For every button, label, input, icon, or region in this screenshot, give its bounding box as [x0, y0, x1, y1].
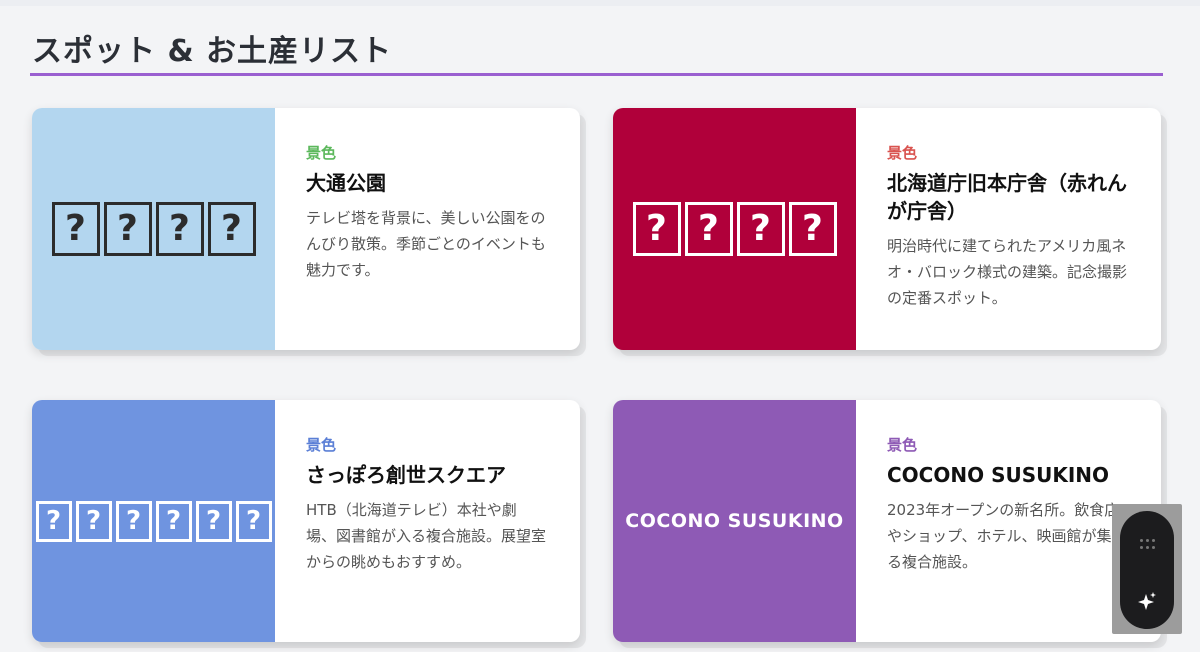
thumbnail-glyph: ?: [684, 202, 733, 256]
spot-thumbnail: ????: [32, 108, 275, 350]
spot-name: 北海道庁旧本庁舎（赤れんが庁舎）: [887, 171, 1127, 223]
spot-thumbnail: ??????: [32, 400, 275, 642]
sparkle-icon[interactable]: [1135, 589, 1159, 613]
category-label: 景色: [306, 436, 337, 454]
thumbnail-glyph: ?: [235, 500, 272, 542]
spot-card-odori-park[interactable]: ???? 景色 大通公園 テレビ塔を背景に、美しい公園をのんびり散策。季節ごとの…: [32, 108, 580, 350]
category-label: 景色: [887, 144, 918, 162]
grip-dots-icon[interactable]: [1140, 539, 1155, 551]
spot-name: COCONO SUSUKINO: [887, 463, 1110, 487]
card-body: 景色 COCONO SUSUKINO 2023年オープンの新名所。飲食店やショッ…: [887, 434, 1127, 575]
card-body: 景色 さっぽろ創世スクエア HTB（北海道テレビ）本社や劇場、図書館が入る複合施…: [306, 434, 546, 575]
thumbnail-glyph: ?: [155, 202, 204, 256]
thumbnail-glyph: ?: [115, 500, 152, 542]
spot-description: HTB（北海道テレビ）本社や劇場、図書館が入る複合施設。展望室からの眺めもおすす…: [306, 501, 547, 571]
assistant-widget[interactable]: [1112, 504, 1182, 634]
thumbnail-glyph: ?: [75, 500, 112, 542]
title-divider: [30, 73, 1163, 76]
spot-card-akarenga[interactable]: ???? 景色 北海道庁旧本庁舎（赤れんが庁舎） 明治時代に建てられたアメリカ風…: [613, 108, 1161, 350]
thumbnail-glyph: ?: [195, 500, 232, 542]
spot-name: さっぽろ創世スクエア: [306, 463, 506, 487]
spot-description: テレビ塔を背景に、美しい公園をのんびり散策。季節ごとのイベントも魅力です。: [306, 209, 546, 279]
thumbnail-glyph: ?: [207, 202, 256, 256]
top-strip: [0, 0, 1200, 6]
spot-description: 2023年オープンの新名所。飲食店やショップ、ホテル、映画館が集まる複合施設。: [887, 501, 1127, 571]
spot-card-sosei-square[interactable]: ?????? 景色 さっぽろ創世スクエア HTB（北海道テレビ）本社や劇場、図書…: [32, 400, 580, 642]
thumbnail-glyph: ?: [155, 500, 192, 542]
thumbnail-glyph: ?: [51, 202, 100, 256]
thumbnail-glyphs: ????: [51, 202, 256, 256]
card-body: 景色 北海道庁旧本庁舎（赤れんが庁舎） 明治時代に建てられたアメリカ風ネオ・バロ…: [887, 142, 1127, 311]
thumbnail-text: COCONO SUSUKINO: [625, 510, 844, 532]
assistant-pill[interactable]: [1120, 511, 1174, 629]
spot-thumbnail: COCONO SUSUKINO: [613, 400, 856, 642]
spot-card-cocono-susukino[interactable]: COCONO SUSUKINO 景色 COCONO SUSUKINO 2023年…: [613, 400, 1161, 642]
thumbnail-glyphs: ????: [632, 202, 837, 256]
category-label: 景色: [887, 436, 918, 454]
thumbnail-glyph: ?: [632, 202, 681, 256]
spot-description: 明治時代に建てられたアメリカ風ネオ・バロック様式の建築。記念撮影の定番スポット。: [887, 237, 1128, 307]
thumbnail-glyph: ?: [35, 500, 72, 542]
spot-thumbnail: ????: [613, 108, 856, 350]
thumbnail-glyphs: ??????: [35, 500, 272, 542]
thumbnail-glyph: ?: [736, 202, 785, 256]
category-label: 景色: [306, 144, 337, 162]
section-title: スポット & お土産リスト: [32, 34, 393, 69]
spot-name: 大通公園: [306, 171, 386, 195]
thumbnail-glyph: ?: [103, 202, 152, 256]
card-body: 景色 大通公園 テレビ塔を背景に、美しい公園をのんびり散策。季節ごとのイベントも…: [306, 142, 546, 283]
thumbnail-glyph: ?: [788, 202, 837, 256]
